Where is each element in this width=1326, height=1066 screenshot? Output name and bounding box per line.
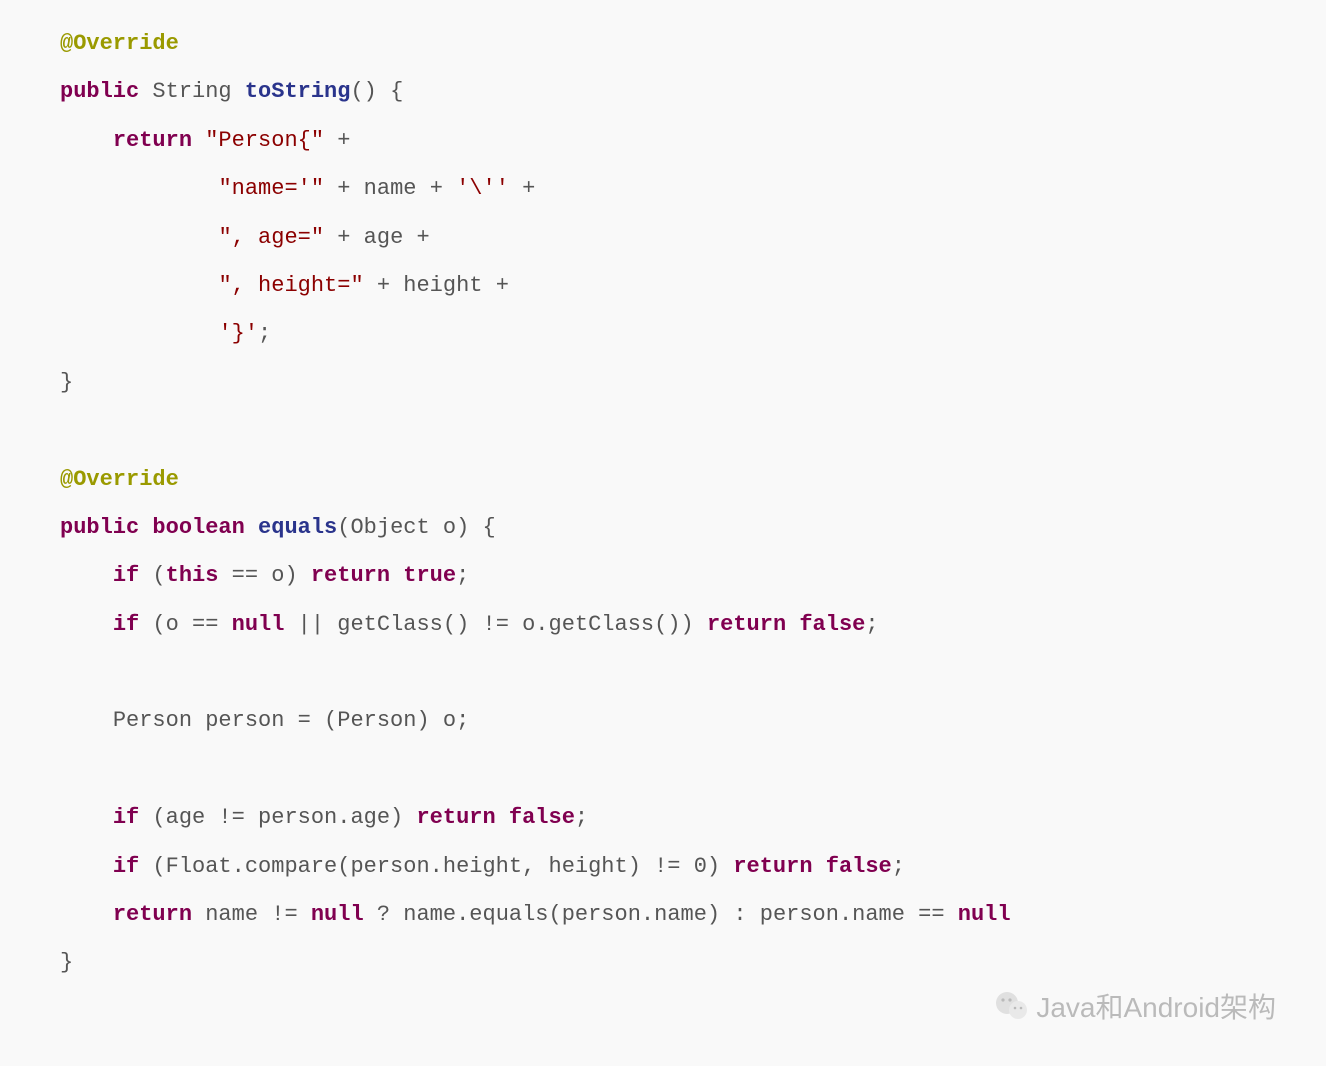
- method-equals: equals: [258, 515, 337, 540]
- kw-this: this: [166, 563, 219, 588]
- semicolon-1: ;: [258, 321, 271, 346]
- var-age: age: [364, 225, 404, 250]
- str-name-eq: "name='": [218, 176, 324, 201]
- kw-false-3: false: [826, 854, 892, 879]
- kw-false-1: false: [799, 612, 865, 637]
- kw-null-2: null: [311, 902, 364, 927]
- semicolon-2: ;: [456, 563, 469, 588]
- op-plus-8: +: [496, 273, 509, 298]
- semicolon-5: ;: [892, 854, 905, 879]
- op-plus-1: +: [337, 128, 350, 153]
- str-height-eq: ", height=": [218, 273, 363, 298]
- char-esc: '\'': [456, 176, 509, 201]
- op-eqeq-1: ==: [218, 563, 271, 588]
- kw-null-1: null: [232, 612, 285, 637]
- var-o-1: o: [271, 563, 284, 588]
- final-a: name !=: [205, 902, 311, 927]
- op-plus-2: +: [337, 176, 350, 201]
- kw-return-5: return: [733, 854, 812, 879]
- kw-if-3: if: [113, 805, 139, 830]
- semicolon-3: ;: [865, 612, 878, 637]
- kw-return-2: return: [311, 563, 390, 588]
- var-name: name: [364, 176, 417, 201]
- op-plus-6: +: [416, 225, 429, 250]
- op-plus-7: +: [377, 273, 390, 298]
- kw-return-4: return: [416, 805, 495, 830]
- cond2a: (o ==: [152, 612, 231, 637]
- brace-close-2: }: [60, 950, 73, 975]
- kw-null-3: null: [958, 902, 1011, 927]
- op-plus-3: +: [430, 176, 443, 201]
- wechat-icon: [994, 988, 1030, 1024]
- method-toString: toString: [245, 79, 351, 104]
- op-plus-4: +: [522, 176, 535, 201]
- cast-line: Person person = (Person) o;: [113, 708, 469, 733]
- brace-open-1: {: [390, 79, 403, 104]
- code-block: @Override public String toString() { ret…: [0, 0, 1326, 1008]
- kw-if-4: if: [113, 854, 139, 879]
- char-close-curly: '}': [218, 321, 258, 346]
- brace-open-2: {: [483, 515, 496, 540]
- str-age-eq: ", age=": [218, 225, 324, 250]
- annotation-override-2: @Override: [60, 467, 179, 492]
- var-height: height: [403, 273, 482, 298]
- cond1-close: ): [284, 563, 297, 588]
- kw-public-2: public: [60, 515, 139, 540]
- type-string: String: [152, 79, 231, 104]
- kw-if-2: if: [113, 612, 139, 637]
- param-object: (Object o): [337, 515, 469, 540]
- cond3: (age != person.age): [152, 805, 403, 830]
- kw-return-6: return: [113, 902, 192, 927]
- semicolon-4: ;: [575, 805, 588, 830]
- kw-true-1: true: [403, 563, 456, 588]
- op-plus-5: +: [337, 225, 350, 250]
- final-b: ? name.equals(person.name) : person.name…: [364, 902, 958, 927]
- str-person: "Person{": [205, 128, 324, 153]
- kw-boolean: boolean: [152, 515, 244, 540]
- parens-1: (): [350, 79, 376, 104]
- kw-return-3: return: [707, 612, 786, 637]
- watermark-text: Java和Android架构: [1036, 986, 1276, 1026]
- kw-if-1: if: [113, 563, 139, 588]
- kw-public-1: public: [60, 79, 139, 104]
- watermark: Java和Android架构: [994, 986, 1276, 1026]
- cond2b: || getClass() != o.getClass()): [284, 612, 693, 637]
- cond4: (Float.compare(person.height, height) !=…: [152, 854, 720, 879]
- kw-false-2: false: [509, 805, 575, 830]
- cond1-open: (: [152, 563, 165, 588]
- kw-return-1: return: [113, 128, 192, 153]
- brace-close-1: }: [60, 370, 73, 395]
- annotation-override-1: @Override: [60, 31, 179, 56]
